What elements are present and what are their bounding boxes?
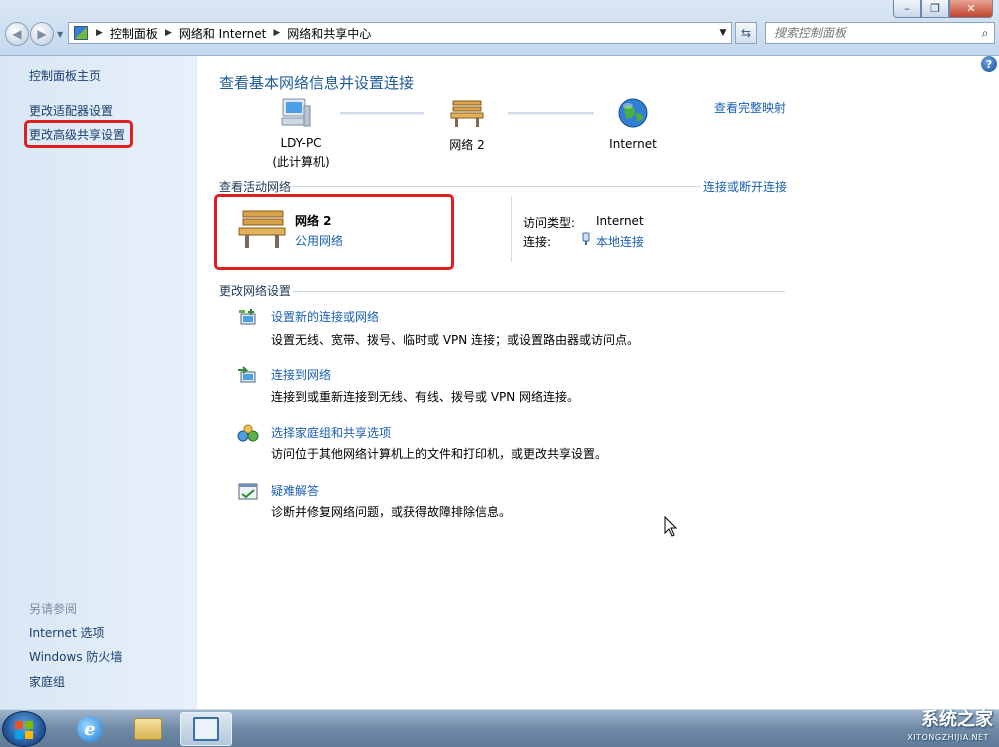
vertical-separator: [511, 196, 512, 262]
watermark-url: XITONGZHIJIA.NET: [907, 733, 989, 742]
mouse-cursor-icon: [664, 516, 678, 537]
breadcrumb-separator-icon[interactable]: ▶: [92, 28, 107, 38]
access-type-label: 访问类型:: [523, 216, 576, 230]
search-icon[interactable]: ⌕: [976, 26, 994, 41]
connect-network-icon[interactable]: [237, 366, 259, 386]
globe-icon[interactable]: [617, 97, 649, 129]
search-box[interactable]: ⌕: [765, 22, 995, 44]
taskbar-control-panel-button[interactable]: [180, 712, 232, 746]
help-icon[interactable]: ?: [981, 56, 997, 72]
homegroup-sharing-desc: 访问位于其他网络计算机上的文件和打印机，或更改共享设置。: [271, 447, 608, 461]
minimize-button[interactable]: –: [893, 0, 921, 18]
recent-pages-dropdown-icon[interactable]: ▼: [57, 30, 63, 39]
left-pane: 控制面板主页 更改适配器设置 更改高级共享设置 另请参阅 Internet 选项…: [0, 56, 197, 709]
homegroup-icon[interactable]: [237, 424, 259, 444]
connections-label: 连接:: [523, 235, 552, 249]
public-network-bench-icon[interactable]: [237, 208, 287, 250]
breadcrumb-separator-icon[interactable]: ▶: [269, 28, 284, 38]
watermark-logo: 系统之家: [921, 709, 993, 730]
internet-explorer-icon: e: [77, 716, 103, 742]
windows-firewall-link[interactable]: Windows 防火墙: [29, 648, 122, 665]
address-bar[interactable]: ▶ 控制面板 ▶ 网络和 Internet ▶ 网络和共享中心 ▼: [68, 22, 732, 44]
control-panel-home-link[interactable]: 控制面板主页: [29, 67, 101, 84]
control-panel-icon: [74, 26, 88, 40]
setup-connection-icon[interactable]: [237, 308, 259, 328]
computer-name: LDY-PC: [280, 136, 322, 150]
folder-icon: [134, 718, 162, 740]
window-controls: – ❐ ✕: [893, 0, 993, 18]
setup-connection-desc: 设置无线、宽带、拨号、临时或 VPN 连接；或设置路由器或访问点。: [271, 333, 640, 347]
taskbar: e: [0, 709, 999, 747]
taskbar-ie-button[interactable]: e: [64, 712, 116, 746]
bench-icon[interactable]: [450, 98, 484, 128]
connect-network-link[interactable]: 连接到网络: [271, 366, 331, 383]
breadcrumb-control-panel[interactable]: 控制面板: [107, 25, 161, 42]
back-arrow-icon: ◀: [12, 27, 22, 41]
see-also-heading: 另请参阅: [29, 602, 78, 616]
setup-connection-link[interactable]: 设置新的连接或网络: [271, 308, 379, 325]
active-networks-heading: 查看活动网络: [219, 180, 292, 194]
breadcrumb-separator-icon[interactable]: ▶: [161, 28, 176, 38]
homegroup-link[interactable]: 家庭组: [29, 673, 65, 690]
internet-options-link[interactable]: Internet 选项: [29, 624, 104, 641]
start-button[interactable]: [2, 711, 46, 747]
network-map-label: 网络 2: [449, 138, 485, 152]
forward-arrow-icon: ▶: [37, 27, 47, 41]
connect-disconnect-link[interactable]: 连接或断开连接: [703, 178, 787, 195]
maximize-button[interactable]: ❐: [921, 0, 949, 18]
windows-logo-icon: [15, 721, 33, 739]
map-link-line: [340, 112, 424, 115]
troubleshoot-link[interactable]: 疑难解答: [271, 482, 319, 499]
ethernet-icon: [582, 232, 590, 245]
change-settings-heading: 更改网络设置: [219, 284, 292, 298]
refresh-icon: ⇆: [740, 26, 752, 40]
section-divider: [293, 186, 701, 187]
breadcrumb-network-sharing-center[interactable]: 网络和共享中心: [284, 25, 374, 42]
homegroup-sharing-link[interactable]: 选择家庭组和共享选项: [271, 424, 391, 441]
network-type-link[interactable]: 公用网络: [295, 232, 343, 249]
breadcrumb-network-internet[interactable]: 网络和 Internet: [176, 25, 269, 42]
back-button[interactable]: ◀: [5, 22, 29, 46]
internet-label: Internet: [609, 137, 657, 151]
title-bar: – ❐ ✕ ◀ ▶ ▼ ▶ 控制面板 ▶ 网络和 Internet ▶ 网络和共…: [0, 0, 999, 56]
page-title: 查看基本网络信息并设置连接: [219, 74, 415, 92]
view-full-map-link[interactable]: 查看完整映射: [714, 99, 786, 116]
connect-network-desc: 连接到或重新连接到无线、有线、拨号或 VPN 网络连接。: [271, 390, 580, 404]
control-panel-taskbar-icon: [193, 717, 219, 741]
forward-button[interactable]: ▶: [30, 22, 54, 46]
change-adapter-settings-link[interactable]: 更改适配器设置: [29, 102, 113, 119]
access-type-value: Internet: [596, 214, 644, 228]
close-button[interactable]: ✕: [949, 0, 993, 18]
active-network-name: 网络 2: [295, 214, 332, 228]
map-link-line: [508, 112, 594, 115]
computer-icon[interactable]: [280, 96, 312, 130]
main-pane: ? 查看基本网络信息并设置连接 查看完整映射 LDY-PC (此计算机) 网络 …: [197, 56, 999, 709]
taskbar-explorer-button[interactable]: [122, 712, 174, 746]
address-dropdown-icon[interactable]: ▼: [715, 28, 731, 38]
local-connection-link[interactable]: 本地连接: [596, 233, 644, 250]
troubleshoot-desc: 诊断并修复网络问题，或获得故障排除信息。: [271, 505, 512, 519]
refresh-button[interactable]: ⇆: [735, 22, 757, 44]
section-divider: [293, 291, 785, 292]
highlight-box: [24, 120, 133, 148]
troubleshoot-icon[interactable]: [237, 482, 259, 502]
computer-sub-label: (此计算机): [272, 155, 330, 169]
search-input[interactable]: [766, 26, 976, 40]
